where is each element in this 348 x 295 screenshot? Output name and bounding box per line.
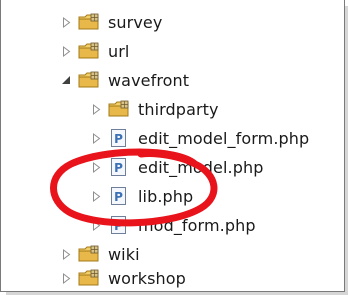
expand-arrow-icon[interactable] — [88, 188, 104, 204]
tree-item-wavefront[interactable]: wavefront — [58, 66, 189, 94]
tree-item-label: edit_model_form.php — [138, 128, 310, 148]
tree-item-label: thirdparty — [138, 99, 219, 119]
tree-item-edit-model-form-php[interactable]: P edit_model_form.php — [88, 124, 309, 152]
package-folder-icon — [78, 12, 100, 32]
expand-arrow-icon[interactable] — [58, 14, 74, 30]
php-file-letter: P — [114, 161, 123, 175]
php-file-letter: P — [114, 219, 123, 233]
expand-arrow-icon[interactable] — [88, 101, 104, 117]
tree-item-survey[interactable]: survey — [58, 8, 162, 36]
php-file-letter: P — [114, 190, 123, 204]
expand-arrow-icon[interactable] — [58, 270, 74, 286]
expand-arrow-icon[interactable] — [58, 43, 74, 59]
tree-item-label: mod_form.php — [138, 215, 256, 235]
php-file-icon: P — [108, 157, 130, 177]
collapse-arrow-icon[interactable] — [58, 72, 74, 88]
php-file-icon: P — [108, 215, 130, 235]
tree-item-thirdparty[interactable]: thirdparty — [88, 95, 219, 123]
package-folder-icon — [78, 41, 100, 61]
package-folder-icon — [78, 244, 100, 264]
package-folder-icon — [108, 99, 130, 119]
package-folder-icon — [78, 268, 100, 288]
php-file-icon: P — [108, 128, 130, 148]
tree-item-label: lib.php — [138, 186, 194, 206]
tree-item-lib-php[interactable]: P lib.php — [88, 182, 193, 210]
expand-arrow-icon[interactable] — [58, 246, 74, 262]
tree-item-label: url — [108, 41, 130, 61]
tree-item-workshop[interactable]: workshop — [58, 264, 186, 292]
tree-item-label: workshop — [108, 268, 186, 288]
tree-item-url[interactable]: url — [58, 37, 129, 65]
expand-arrow-icon[interactable] — [88, 159, 104, 175]
tree-item-mod-form-php[interactable]: P mod_form.php — [88, 211, 256, 239]
expand-arrow-icon[interactable] — [88, 130, 104, 146]
expand-arrow-icon[interactable] — [88, 217, 104, 233]
tree-item-label: wavefront — [108, 70, 190, 90]
tree-item-label: edit_model.php — [138, 157, 264, 177]
package-folder-icon — [78, 70, 100, 90]
tree-item-label: survey — [108, 12, 163, 32]
tree-item-label: wiki — [108, 244, 140, 264]
tree-item-edit-model-php[interactable]: P edit_model.php — [88, 153, 263, 181]
php-file-icon: P — [108, 186, 130, 206]
php-file-letter: P — [114, 132, 123, 146]
